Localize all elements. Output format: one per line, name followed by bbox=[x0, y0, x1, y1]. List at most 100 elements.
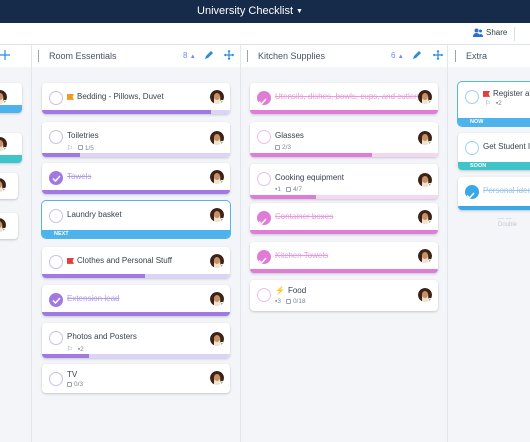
card-title: Register at a bbox=[483, 89, 530, 98]
board-title-menu[interactable]: University Checklist ▼ bbox=[0, 5, 500, 17]
card-personal-id[interactable]: Personal identi bbox=[458, 177, 530, 210]
complete-checkbox[interactable] bbox=[257, 250, 271, 265]
avatar bbox=[210, 371, 224, 385]
progress-bar bbox=[250, 110, 438, 114]
progress-bar bbox=[458, 206, 530, 210]
avatar bbox=[0, 178, 6, 192]
complete-checkbox[interactable] bbox=[465, 90, 479, 104]
pencil-icon[interactable] bbox=[412, 50, 422, 60]
complete-checkbox[interactable] bbox=[257, 91, 271, 106]
column-header-bar bbox=[247, 50, 248, 62]
complete-checkbox[interactable] bbox=[465, 185, 479, 200]
card-extension-lead[interactable]: Extension lead bbox=[42, 285, 230, 316]
caret-down-icon: ▼ bbox=[296, 8, 303, 15]
progress-bar bbox=[250, 153, 438, 157]
card-container-boxes[interactable]: Container boxes bbox=[250, 203, 438, 234]
flag-icon bbox=[67, 257, 74, 264]
card-utensils[interactable]: Utensils, dishes, bowls, cups, and cutle… bbox=[250, 83, 438, 114]
card-title: Cooking equipment bbox=[275, 173, 344, 182]
avatar bbox=[418, 131, 432, 145]
complete-checkbox[interactable] bbox=[49, 91, 63, 105]
pencil-icon[interactable] bbox=[204, 50, 214, 60]
card-food[interactable]: ⚡ Food ▪3 0/18 bbox=[250, 280, 438, 311]
card-kitchen-towels[interactable]: Kitchen Towels bbox=[250, 242, 438, 273]
card-meta: 0/3 bbox=[67, 381, 83, 388]
card[interactable] bbox=[0, 213, 18, 239]
move-icon[interactable] bbox=[433, 50, 443, 60]
card-photos[interactable]: Photos and Posters ⚐ ▪2 bbox=[42, 323, 230, 358]
move-icon[interactable] bbox=[0, 50, 10, 60]
board-title: University Checklist bbox=[197, 5, 294, 17]
toolbar-divider bbox=[514, 27, 515, 41]
card-register[interactable]: Register at a ⚐ ▪2 NOW bbox=[458, 82, 530, 126]
column-extra: Register at a ⚐ ▪2 NOW Get Student ID SOO… bbox=[448, 67, 530, 442]
flag-icon bbox=[67, 93, 74, 100]
chevron-up-icon[interactable]: ▲ bbox=[190, 54, 196, 60]
avatar bbox=[0, 90, 7, 104]
card-banner bbox=[0, 155, 22, 163]
complete-checkbox[interactable] bbox=[257, 172, 271, 186]
card-clothes[interactable]: Clothes and Personal Stuff bbox=[42, 247, 230, 278]
complete-checkbox[interactable] bbox=[49, 171, 63, 185]
now-banner: NOW bbox=[458, 118, 530, 126]
card[interactable] bbox=[0, 133, 22, 163]
card-glasses[interactable]: Glasses 2/3 bbox=[250, 122, 438, 157]
checklist-count: 2/3 bbox=[275, 144, 291, 151]
card-meta: ⚐ 1/5 bbox=[67, 144, 94, 153]
complete-checkbox[interactable] bbox=[49, 255, 63, 269]
share-button[interactable]: Share bbox=[473, 28, 507, 37]
checklist-count: 0/18 bbox=[285, 298, 306, 305]
column-header-bar bbox=[455, 50, 456, 62]
card-meta: ▪3 0/18 bbox=[275, 298, 306, 305]
avatar bbox=[210, 254, 224, 268]
assignee-icon: ⚐ bbox=[485, 100, 491, 107]
card-student-id[interactable]: Get Student ID SOON bbox=[458, 133, 530, 170]
chevron-up-icon[interactable]: ▲ bbox=[398, 54, 404, 60]
toolbar: Share bbox=[0, 23, 530, 45]
avatar bbox=[210, 332, 224, 346]
avatar bbox=[418, 173, 432, 187]
progress-bar bbox=[42, 110, 230, 114]
card-cooking-equipment[interactable]: Cooking equipment ▪1 4/7 bbox=[250, 164, 438, 199]
complete-checkbox[interactable] bbox=[49, 331, 63, 345]
progress-bar bbox=[42, 274, 230, 278]
complete-checkbox[interactable] bbox=[257, 130, 271, 144]
card-tv[interactable]: TV 0/3 bbox=[42, 364, 230, 393]
complete-checkbox[interactable] bbox=[49, 372, 63, 386]
card-title: Clothes and Personal Stuff bbox=[67, 256, 172, 265]
complete-checkbox[interactable] bbox=[257, 288, 271, 302]
move-icon[interactable] bbox=[224, 50, 234, 60]
avatar bbox=[210, 292, 224, 306]
card-bedding[interactable]: Bedding - Pillows, Duvet bbox=[42, 83, 230, 114]
card[interactable] bbox=[0, 83, 22, 113]
card-meta: 2/3 bbox=[275, 144, 291, 151]
complete-checkbox[interactable] bbox=[49, 293, 63, 307]
column-header-extra: Extra bbox=[455, 45, 530, 67]
avatar bbox=[418, 210, 432, 224]
card-title-text: Clothes and Personal Stuff bbox=[77, 256, 173, 265]
complete-checkbox[interactable] bbox=[257, 211, 271, 226]
card-title: Container boxes bbox=[275, 212, 334, 221]
card-title-text: Bedding - Pillows, Duvet bbox=[77, 92, 164, 101]
checklist-count: 4/7 bbox=[285, 186, 302, 193]
card[interactable] bbox=[0, 173, 18, 199]
card-toiletries[interactable]: Toiletries ⚐ 1/5 bbox=[42, 122, 230, 157]
complete-checkbox[interactable] bbox=[49, 130, 63, 144]
card-title-text: Food bbox=[287, 286, 307, 295]
assignee-icon: ⚐ bbox=[67, 145, 73, 152]
lightning-icon: ⚡ bbox=[275, 286, 285, 295]
card-laundry[interactable]: Laundry basket NEXT bbox=[42, 201, 230, 238]
card-towels[interactable]: Towels bbox=[42, 163, 230, 194]
column-title: Extra bbox=[466, 51, 488, 61]
card-meta: ▪1 4/7 bbox=[275, 186, 302, 193]
complete-checkbox[interactable] bbox=[49, 209, 63, 223]
column-count-value: 6 bbox=[391, 51, 396, 60]
comment-count: ▪2 bbox=[495, 99, 502, 107]
card-title: Kitchen Towels bbox=[275, 251, 329, 260]
card-meta: ⚐ ▪2 bbox=[67, 345, 84, 354]
complete-checkbox[interactable] bbox=[465, 141, 479, 155]
column-header-bar bbox=[38, 50, 39, 62]
progress-bar bbox=[250, 269, 438, 273]
progress-bar bbox=[250, 195, 438, 199]
checklist-count: 1/5 bbox=[77, 145, 94, 152]
